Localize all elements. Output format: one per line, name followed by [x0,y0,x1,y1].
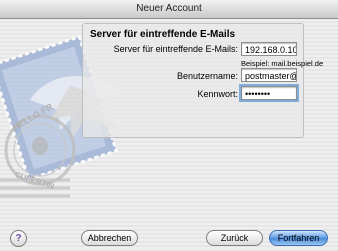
username-label: Benutzername: [176,71,238,81]
window-title: Neuer Account [136,3,202,14]
password-label: Kennwort: [197,89,238,99]
incoming-server-field[interactable]: 192.168.0.101 [241,42,297,56]
cancel-button[interactable]: Abbrechen [81,230,138,246]
section-heading: Server für eintreffende E-Mails [90,29,236,40]
password-field[interactable]: •••••••• [241,86,297,100]
continue-button[interactable]: Fortfahren [269,230,328,246]
title-bar: Neuer Account [0,0,338,19]
username-field[interactable]: postmaster@demo.b1 [241,68,297,82]
help-button[interactable]: ? [10,230,27,247]
incoming-server-label: Server für eintreffende E-Mails: [113,44,238,54]
incoming-server-example: Beispiel: mail.beispiel.de [241,59,324,68]
back-button[interactable]: Zurück [206,230,263,246]
new-account-dialog: Neuer Account HELLO FR CUPERTIN Server f… [0,0,338,251]
